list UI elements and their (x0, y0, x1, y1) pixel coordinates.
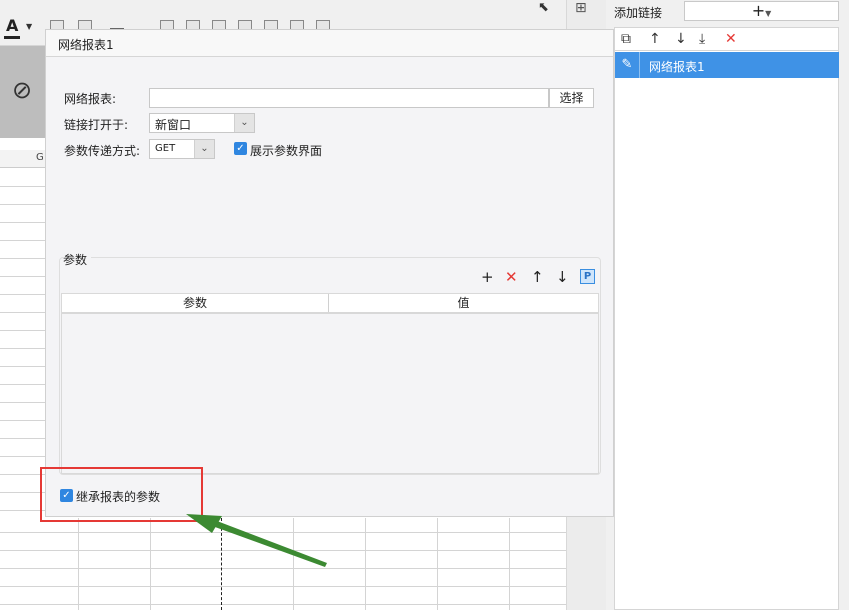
hyperlink-panel: 添加链接 +▼ ⧉ ↑ ↓ ⤓ ✕ ✎ 网络报表1 (606, 0, 849, 610)
grid-line (0, 604, 566, 605)
grid-line (0, 222, 45, 223)
delete-param-icon[interactable]: ✕ (505, 269, 518, 285)
grid-line (0, 532, 566, 533)
dialog-tab-bar: 网络报表1 (46, 30, 613, 57)
eye-hidden-icon[interactable]: ⊘ (12, 76, 32, 104)
arrow-down-icon[interactable]: ↓ (556, 269, 569, 285)
param-p-icon[interactable]: P (580, 269, 595, 284)
grid-line (0, 402, 45, 403)
grid-line (0, 186, 45, 187)
grid-line (0, 438, 45, 439)
link-list-item[interactable]: ✎ 网络报表1 (615, 52, 839, 78)
choose-button[interactable]: 选择 (549, 88, 594, 108)
grid-line (78, 518, 79, 610)
grid-line (0, 586, 566, 587)
grid-line (0, 474, 45, 475)
font-color-button[interactable]: A (6, 16, 18, 35)
arrow-up-icon[interactable]: ↑ (649, 31, 661, 47)
param-section-title: 参数 (63, 251, 92, 268)
delete-icon[interactable]: ✕ (725, 31, 737, 47)
grid-line (0, 456, 45, 457)
grid-line (509, 518, 510, 610)
chevron-down-icon: ▼ (765, 9, 772, 18)
link-list: ✎ 网络报表1 (614, 51, 839, 610)
grid-line (0, 240, 45, 241)
open-in-value: 新窗口 (155, 118, 192, 132)
annotation-highlight-box (40, 467, 203, 522)
grid-line (150, 518, 151, 610)
grid-line (0, 276, 45, 277)
edit-icon[interactable]: ✎ (615, 52, 640, 78)
grid-line (0, 312, 45, 313)
tab-web-report[interactable]: 网络报表1 (58, 36, 114, 53)
grid-line (0, 384, 45, 385)
param-table-header: 参数 值 (62, 294, 598, 314)
add-param-icon[interactable]: + (481, 269, 494, 285)
grid-line (0, 568, 566, 569)
report-path-input[interactable] (149, 88, 549, 108)
grid-line (0, 330, 45, 331)
column-label: G (36, 152, 44, 163)
cursor-icon[interactable]: ⬉ (538, 0, 549, 15)
grid-line (365, 518, 366, 610)
chevron-down-icon: ⌄ (194, 140, 214, 158)
method-label: 参数传递方式: (64, 144, 141, 158)
grid-line (0, 492, 45, 493)
grid-line (437, 518, 438, 610)
plus-icon: + (751, 1, 766, 20)
grid-line (0, 204, 45, 205)
link-item-label: 网络报表1 (649, 60, 705, 74)
grid-line (0, 420, 45, 421)
open-in-select[interactable]: 新窗口 ⌄ (149, 113, 255, 133)
open-in-label: 链接打开于: (64, 118, 129, 132)
add-link-label: 添加链接 (614, 6, 663, 20)
param-table: 参数 值 (61, 293, 599, 474)
move-bottom-icon[interactable]: ⤓ (699, 31, 705, 47)
report-label: 网络报表: (64, 92, 117, 106)
layout-icon[interactable]: ⊞ (575, 0, 587, 16)
method-select[interactable]: GET ⌄ (149, 139, 215, 159)
arrow-down-icon[interactable]: ↓ (675, 31, 687, 47)
chevron-down-icon[interactable]: ▼ (26, 22, 32, 31)
show-param-checkbox[interactable]: ✓ (234, 142, 247, 155)
chevron-down-icon: ⌄ (234, 114, 254, 132)
show-param-label: 展示参数界面 (250, 144, 323, 158)
column-header-value[interactable]: 值 (329, 294, 598, 312)
page-break-line (221, 518, 222, 610)
copy-icon[interactable]: ⧉ (621, 31, 631, 47)
grid-line (0, 294, 45, 295)
grid-line (0, 550, 566, 551)
web-report-link-dialog: 网络报表1 网络报表: 选择 链接打开于: 新窗口 ⌄ 参数传递方式: GET … (45, 29, 614, 517)
method-value: GET (155, 143, 176, 154)
arrow-up-icon[interactable]: ↑ (531, 269, 544, 285)
font-color-swatch (4, 36, 20, 39)
grid-line (0, 258, 45, 259)
grid-line (0, 366, 45, 367)
grid-line (0, 510, 45, 511)
grid-line (293, 518, 294, 610)
add-link-button[interactable]: +▼ (684, 1, 839, 21)
column-header-param[interactable]: 参数 (62, 294, 329, 312)
link-toolbar: ⧉ ↑ ↓ ⤓ ✕ (614, 27, 839, 51)
grid-line (0, 348, 45, 349)
